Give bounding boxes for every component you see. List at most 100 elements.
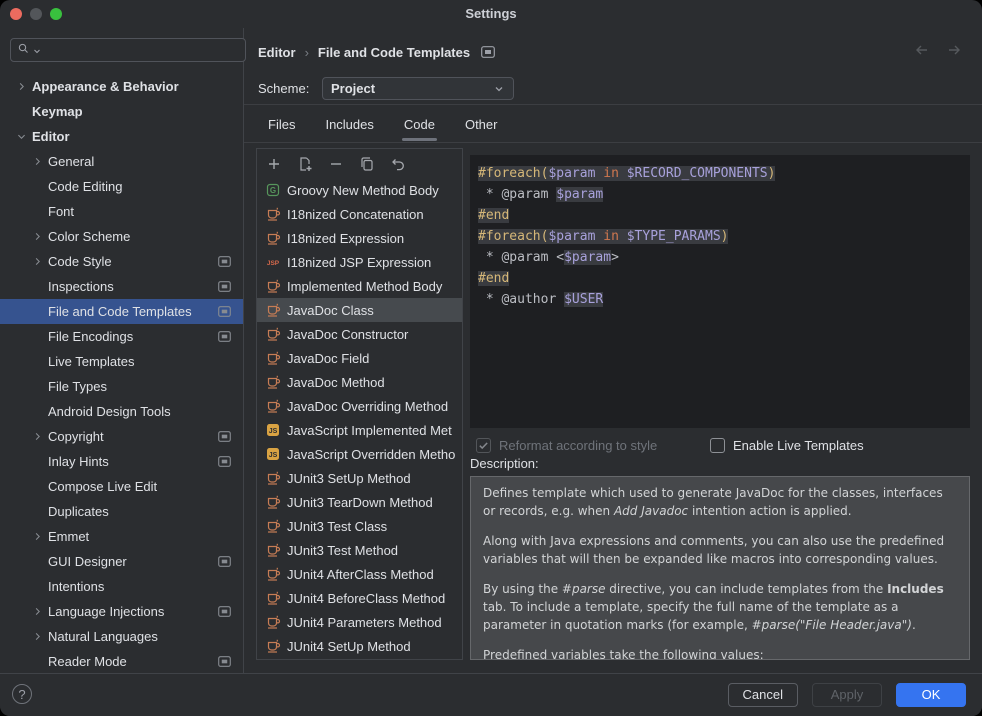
sidebar-item-emmet[interactable]: Emmet [0,524,243,549]
template-item-i18nized-expression[interactable]: I18nized Expression [257,226,462,250]
template-item-junit3-setup-method[interactable]: JUnit3 SetUp Method [257,466,462,490]
chevron-right-icon[interactable] [28,154,46,170]
template-item-i18nized-concatenation[interactable]: I18nized Concatenation [257,202,462,226]
template-item-javadoc-constructor[interactable]: JavaDoc Constructor [257,322,462,346]
copy-icon[interactable] [358,155,376,173]
sidebar-item-label: Emmet [48,529,89,544]
template-list-toolbar [257,149,462,178]
template-item-i18nized-jsp-expression[interactable]: JSPI18nized JSP Expression [257,250,462,274]
sidebar-item-label: General [48,154,94,169]
help-button[interactable]: ? [12,684,32,704]
breadcrumb-file-and-code-templates[interactable]: File and Code Templates [318,45,470,60]
chevron-down-icon[interactable] [12,129,30,145]
template-item-junit3-test-class[interactable]: JUnit3 Test Class [257,514,462,538]
apply-button[interactable]: Apply [812,683,882,707]
sidebar-item-editor[interactable]: Editor [0,124,243,149]
description-text[interactable]: Defines template which used to generate … [470,476,970,660]
js-file-icon: JS [265,422,281,438]
java-file-icon [265,302,281,318]
chevron-right-icon[interactable] [28,604,46,620]
description-segment: Add Javadoc [614,504,688,518]
tab-other[interactable]: Other [463,112,500,142]
template-item-label: JUnit3 Test Method [287,543,398,558]
sidebar-item-gui-designer[interactable]: GUI Designer [0,549,243,574]
add-template-icon[interactable] [296,155,314,173]
search-icon [17,42,31,59]
template-item-label: Groovy New Method Body [287,183,439,198]
template-item-junit4-setup-method[interactable]: JUnit4 SetUp Method [257,634,462,658]
chevron-right-icon[interactable] [28,254,46,270]
code-token: in [603,166,619,181]
sidebar-item-inspections[interactable]: Inspections [0,274,243,299]
template-item-javadoc-field[interactable]: JavaDoc Field [257,346,462,370]
code-token: #end [478,208,509,223]
sidebar-item-code-style[interactable]: Code Style [0,249,243,274]
reset-icon[interactable] [389,155,407,173]
minimize-window-button[interactable] [30,8,42,20]
sidebar-item-natural-languages[interactable]: Natural Languages [0,624,243,649]
template-item-javadoc-class[interactable]: JavaDoc Class [257,298,462,322]
template-item-javadoc-overriding-method[interactable]: JavaDoc Overriding Method [257,394,462,418]
scheme-select[interactable]: Project [322,77,514,100]
sidebar-item-color-scheme[interactable]: Color Scheme [0,224,243,249]
chevron-right-icon[interactable] [28,429,46,445]
sidebar-item-appearance-behavior[interactable]: Appearance & Behavior [0,74,243,99]
template-editor[interactable]: #foreach($param in $RECORD_COMPONENTS) *… [470,155,970,428]
sidebar-item-reader-mode[interactable]: Reader Mode [0,649,243,674]
sidebar-item-duplicates[interactable]: Duplicates [0,499,243,524]
template-item-javascript-overridden-metho[interactable]: JSJavaScript Overridden Metho [257,442,462,466]
sidebar-item-compose-live-edit[interactable]: Compose Live Edit [0,474,243,499]
breadcrumb-editor[interactable]: Editor [258,45,296,60]
close-window-button[interactable] [10,8,22,20]
sidebar-item-intentions[interactable]: Intentions [0,574,243,599]
tab-includes[interactable]: Includes [323,112,375,142]
tab-code[interactable]: Code [402,112,437,142]
search-input[interactable] [43,42,239,59]
sidebar-item-file-and-code-templates[interactable]: File and Code Templates [0,299,243,324]
template-item-junit4-beforeclass-method[interactable]: JUnit4 BeforeClass Method [257,586,462,610]
template-item-junit3-test-method[interactable]: JUnit3 Test Method [257,538,462,562]
template-item-implemented-method-body[interactable]: Implemented Method Body [257,274,462,298]
forward-icon[interactable] [946,43,962,57]
sidebar-item-live-templates[interactable]: Live Templates [0,349,243,374]
chevron-right-icon[interactable] [12,79,30,95]
tab-files[interactable]: Files [266,112,297,142]
search-options-chevron-icon[interactable] [33,43,41,58]
chevron-right-icon[interactable] [28,529,46,545]
template-item-junit4-parameters-method[interactable]: JUnit4 Parameters Method [257,610,462,634]
cancel-button[interactable]: Cancel [728,683,798,707]
back-icon[interactable] [914,43,930,57]
java-file-icon [265,350,281,366]
sidebar-item-file-types[interactable]: File Types [0,374,243,399]
sidebar-item-file-encodings[interactable]: File Encodings [0,324,243,349]
zoom-window-button[interactable] [50,8,62,20]
add-icon[interactable] [265,155,283,173]
sidebar-item-language-injections[interactable]: Language Injections [0,599,243,624]
remove-icon[interactable] [327,155,345,173]
sidebar-item-inlay-hints[interactable]: Inlay Hints [0,449,243,474]
template-item-javadoc-method[interactable]: JavaDoc Method [257,370,462,394]
sidebar-item-keymap[interactable]: Keymap [0,99,243,124]
ok-button[interactable]: OK [896,683,966,707]
code-line-1: #foreach($param in $RECORD_COMPONENTS) [478,163,970,184]
chevron-spacer [28,329,46,345]
template-item-junit4-afterclass-method[interactable]: JUnit4 AfterClass Method [257,562,462,586]
chevron-spacer [28,654,46,670]
sidebar-item-general[interactable]: General [0,149,243,174]
sidebar-item-android-design-tools[interactable]: Android Design Tools [0,399,243,424]
chevron-right-icon[interactable] [28,229,46,245]
settings-search-box[interactable] [10,38,246,62]
template-item-javascript-implemented-met[interactable]: JSJavaScript Implemented Met [257,418,462,442]
sidebar-item-code-editing[interactable]: Code Editing [0,174,243,199]
template-item-groovy-new-method-body[interactable]: GGroovy New Method Body [257,178,462,202]
code-token: $param [564,250,611,265]
sidebar-item-label: Editor [32,129,70,144]
live-templates-checkbox[interactable] [710,438,725,453]
divider [244,104,982,105]
sidebar-item-font[interactable]: Font [0,199,243,224]
template-item-junit3-teardown-method[interactable]: JUnit3 TearDown Method [257,490,462,514]
svg-text:JS: JS [269,452,278,459]
sidebar-item-copyright[interactable]: Copyright [0,424,243,449]
chevron-right-icon[interactable] [28,629,46,645]
chevron-down-icon [493,83,505,95]
